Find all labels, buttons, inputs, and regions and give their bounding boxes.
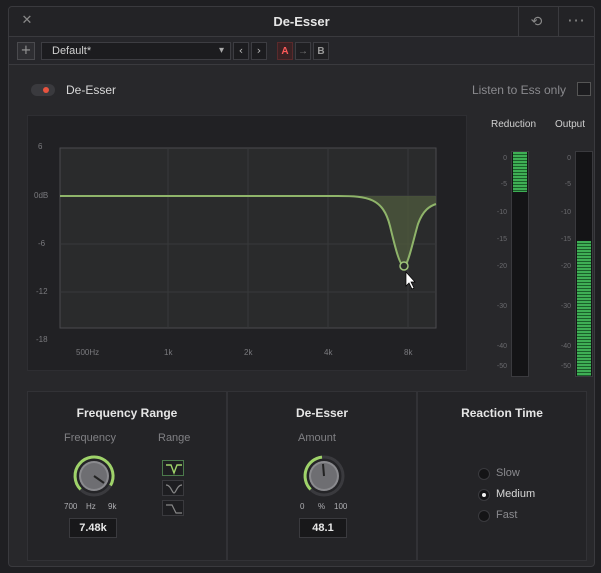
meter-tick: -10: [560, 209, 571, 216]
notch-icon: [166, 464, 182, 475]
meter-tick: -5: [564, 181, 571, 188]
amount-scale-max: 100: [334, 502, 348, 511]
meter-tick: -20: [496, 263, 507, 270]
meter-tick: -15: [496, 236, 507, 243]
meter-tick: -40: [560, 343, 571, 350]
output-meter: [575, 151, 593, 377]
radio-circle: [478, 489, 490, 501]
frequency-handle: [399, 261, 409, 271]
y-tick-0db: 0dB: [34, 191, 49, 200]
deesser-panel: De-Esser Amount 0 % 100 48.1: [227, 391, 417, 561]
output-meter-fill: [577, 241, 591, 376]
enable-dot: [43, 87, 49, 93]
output-label: Output: [555, 119, 586, 130]
meter-tick: 0: [567, 155, 571, 162]
chevron-down-icon: ▾: [218, 45, 224, 56]
more-options-icon[interactable]: ···: [558, 7, 594, 37]
x-tick-500hz: 500Hz: [76, 348, 100, 357]
listen-checkbox[interactable]: [577, 82, 591, 96]
frequency-scale-unit: Hz: [86, 502, 96, 511]
meter-tick: -30: [560, 303, 571, 310]
range-label: Range: [158, 432, 191, 444]
reaction-slow-label: Slow: [496, 467, 520, 479]
meter-tick: -50: [496, 363, 507, 370]
frequency-range-panel: Frequency Range Frequency Range 700 Hz 9…: [27, 391, 227, 561]
reset-icon[interactable]: ⟲: [518, 7, 554, 37]
bell-icon: [165, 484, 183, 494]
x-tick-1k: 1k: [164, 348, 173, 357]
compare-b-button[interactable]: B: [313, 42, 329, 60]
reduction-label: Reduction: [491, 119, 537, 130]
meter-tick: -15: [560, 236, 571, 243]
next-preset-button[interactable]: ›: [251, 42, 267, 60]
amount-scale-min: 0: [300, 502, 305, 511]
copy-a-to-b-button[interactable]: →: [295, 42, 311, 60]
radio-circle: [478, 468, 490, 480]
x-tick-8k: 8k: [404, 348, 413, 357]
enable-toggle[interactable]: [31, 84, 55, 96]
reduction-meter: [511, 151, 529, 377]
window-title: De-Esser: [273, 14, 330, 29]
reaction-medium-label: Medium: [496, 488, 536, 500]
meter-tick: -20: [560, 263, 571, 270]
amount-value[interactable]: 48.1: [299, 518, 347, 538]
meter-tick: -40: [496, 343, 507, 350]
amount-scale-unit: %: [318, 502, 326, 511]
preset-name: Default*: [52, 45, 92, 57]
compare-a-button[interactable]: A: [277, 42, 293, 60]
previous-preset-button[interactable]: ‹: [233, 42, 249, 60]
range-notch-button[interactable]: [162, 460, 184, 476]
add-preset-button[interactable]: +: [17, 42, 35, 60]
frequency-knob[interactable]: [68, 450, 120, 502]
y-tick-6: 6: [38, 142, 43, 151]
meter-tick: -30: [496, 303, 507, 310]
x-tick-2k: 2k: [244, 348, 253, 357]
level-meters: Reduction Output 0 -5 -10 -15 -20 -30 -40 -50 0…: [479, 115, 593, 377]
reduction-meter-fill: [513, 152, 527, 192]
y-tick-minus-18: -18: [36, 335, 48, 344]
preset-dropdown[interactable]: Default* ▾: [41, 42, 231, 60]
meter-tick: -50: [560, 363, 571, 370]
y-tick-minus-6: -6: [38, 239, 46, 248]
reaction-fast-label: Fast: [496, 509, 518, 521]
eq-graph-svg: [59, 147, 437, 329]
meter-tick: -5: [500, 181, 507, 188]
amount-label: Amount: [298, 432, 336, 444]
reaction-time-panel: Reaction Time Slow Medium Fast: [417, 391, 587, 561]
frequency-label: Frequency: [64, 432, 116, 444]
enable-label: De-Esser: [66, 83, 117, 97]
plugin-window: ✕ De-Esser ⟲ ··· + Default* ▾ ‹ › A → B …: [8, 6, 595, 567]
radio-circle: [478, 510, 490, 522]
amount-knob[interactable]: [298, 450, 350, 502]
meter-tick: 0: [503, 155, 507, 162]
frequency-scale-max: 9k: [108, 502, 117, 511]
y-tick-minus-12: -12: [36, 287, 48, 296]
x-tick-4k: 4k: [324, 348, 333, 357]
frequency-range-title: Frequency Range: [76, 406, 178, 420]
preset-bar: + Default* ▾ ‹ › A → B: [9, 37, 594, 65]
shelf-icon: [166, 504, 182, 514]
deesser-title: De-Esser: [295, 406, 349, 420]
eq-graph[interactable]: 6 0dB -6 -12 -18 500Hz 1k 2k 4k 8k: [27, 115, 467, 371]
title-bar: ✕ De-Esser ⟲ ···: [9, 7, 594, 37]
meter-tick: -10: [496, 209, 507, 216]
frequency-scale-min: 700: [64, 502, 78, 511]
listen-label: Listen to Ess only: [471, 83, 566, 97]
reaction-time-title: Reaction Time: [461, 406, 543, 420]
frequency-value[interactable]: 7.48k: [69, 518, 117, 538]
range-bell-button[interactable]: [162, 480, 184, 496]
range-shelf-button[interactable]: [162, 500, 184, 516]
